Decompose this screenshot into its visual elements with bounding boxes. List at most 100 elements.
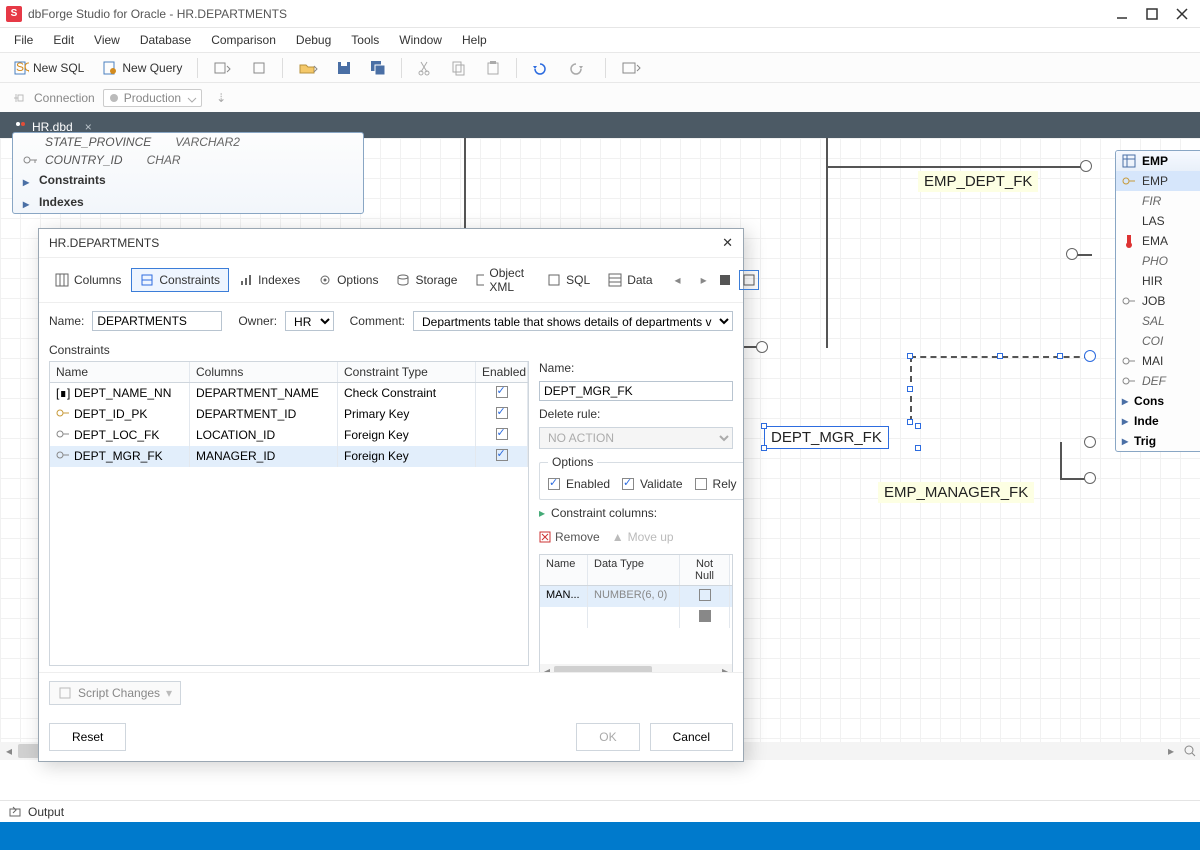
enabled-checkbox[interactable] [496, 449, 508, 461]
ok-button[interactable]: OK [576, 723, 639, 751]
redo-button[interactable] [563, 57, 597, 79]
paste-button[interactable] [478, 57, 508, 79]
chevron-right-icon[interactable]: ▸ [1122, 394, 1128, 408]
constraint-row[interactable]: [∎]DEPT_NAME_NN DEPARTMENT_NAME Check Co… [50, 383, 528, 404]
constraints-grid[interactable]: Name Columns Constraint Type Enabled [∎]… [49, 361, 529, 666]
constraint-row[interactable]: DEPT_MGR_FK MANAGER_ID Foreign Key [50, 446, 528, 467]
scroll-right-icon[interactable]: ▸ [718, 664, 732, 672]
key-icon [23, 154, 39, 166]
scroll-thumb[interactable] [554, 666, 652, 672]
comment-select[interactable]: Departments table that shows details of … [413, 311, 733, 331]
scroll-left-icon[interactable]: ◂ [540, 664, 554, 672]
detail-name-input[interactable] [539, 381, 733, 401]
fk-label-dept-mgr[interactable]: DEPT_MGR_FK [764, 426, 889, 449]
cc-row-empty[interactable] [540, 607, 732, 628]
move-up-button[interactable]: ▲Move up [612, 530, 674, 544]
new-query-button[interactable]: New Query [95, 57, 189, 79]
tab-indexes[interactable]: Indexes [231, 269, 308, 291]
scroll-left-icon[interactable]: ◂ [0, 742, 18, 760]
save-button[interactable] [329, 57, 359, 79]
tab-sql[interactable]: SQL [539, 269, 598, 291]
constraint-columns-grid[interactable]: Name Data Type Not Null MAN... NUMBER(6,… [539, 554, 733, 672]
constraint-columns-header[interactable]: ▸Constraint columns: [539, 506, 733, 520]
menubar: File Edit View Database Comparison Debug… [0, 28, 1200, 52]
constraint-row[interactable]: DEPT_ID_PK DEPARTMENT_ID Primary Key [50, 404, 528, 425]
chevron-right-icon[interactable]: ▸ [1122, 414, 1128, 428]
check-constraint-icon: [∎] [56, 386, 70, 400]
diagram-table-employees[interactable]: EMP EMP FIR LAS EMA PHO HIR JOB SAL COI … [1115, 150, 1200, 452]
open-button[interactable] [291, 57, 325, 79]
validate-option[interactable]: Validate [622, 477, 682, 491]
enabled-checkbox[interactable] [496, 386, 508, 398]
tab-next-icon[interactable]: ▸ [695, 273, 713, 287]
zoom-icon[interactable] [1180, 742, 1200, 760]
enabled-checkbox[interactable] [496, 407, 508, 419]
dialog-titlebar[interactable]: HR.DEPARTMENTS ✕ [39, 229, 743, 257]
menu-tools[interactable]: Tools [343, 31, 387, 49]
menu-edit[interactable]: Edit [45, 31, 82, 49]
diagram-table-locations[interactable]: STATE_PROVINCEVARCHAR2 COUNTRY_IDCHAR ▸C… [12, 132, 364, 214]
tool-button-3[interactable] [614, 57, 648, 79]
col-header-enabled[interactable]: Enabled [476, 362, 528, 382]
tab-data[interactable]: Data [600, 269, 660, 291]
view-mode-2[interactable] [739, 270, 759, 290]
minimize-button[interactable] [1116, 8, 1128, 20]
menu-file[interactable]: File [6, 31, 41, 49]
copy-button[interactable] [444, 57, 474, 79]
fk-label-emp-mgr[interactable]: EMP_MANAGER_FK [878, 482, 1034, 503]
tab-columns[interactable]: Columns [47, 269, 129, 291]
tab-storage[interactable]: Storage [388, 269, 465, 291]
reset-button[interactable]: Reset [49, 723, 126, 751]
relationship-line [826, 166, 1086, 168]
status-dot-icon [110, 94, 118, 102]
delete-rule-select[interactable]: NO ACTION [539, 427, 733, 449]
toolbar-overflow-icon[interactable]: ⇣ [216, 91, 226, 105]
tab-options[interactable]: Options [310, 269, 386, 291]
tab-prev-icon[interactable]: ◂ [669, 273, 687, 287]
cut-button[interactable] [410, 57, 440, 79]
script-changes-button[interactable]: Script Changes ▾ [49, 681, 181, 705]
fk-label-emp-dept[interactable]: EMP_DEPT_FK [918, 171, 1038, 192]
options-fieldset: Options Enabled Validate Rely [539, 455, 743, 500]
menu-debug[interactable]: Debug [288, 31, 339, 49]
dialog-close-icon[interactable]: ✕ [722, 235, 733, 251]
notnull-checkbox[interactable] [699, 610, 711, 622]
close-button[interactable] [1176, 8, 1188, 20]
enabled-option[interactable]: Enabled [548, 477, 610, 491]
col-header-columns[interactable]: Columns [190, 362, 338, 382]
tab-constraints[interactable]: Constraints [131, 268, 229, 292]
menu-comparison[interactable]: Comparison [203, 31, 284, 49]
connection-combo[interactable]: Production [103, 89, 202, 107]
cc-row[interactable]: MAN... NUMBER(6, 0) [540, 586, 732, 607]
owner-select[interactable]: HR [285, 311, 334, 331]
chevron-right-icon[interactable]: ▸ [23, 175, 33, 185]
name-input[interactable] [92, 311, 222, 331]
new-sql-button[interactable]: SQLNew SQL [6, 57, 91, 79]
tool-button-1[interactable] [206, 57, 240, 79]
tab-object-xml[interactable]: Object XML [467, 262, 537, 298]
diagram-canvas[interactable]: STATE_PROVINCEVARCHAR2 COUNTRY_IDCHAR ▸C… [0, 138, 1200, 760]
menu-database[interactable]: Database [132, 31, 199, 49]
output-panel-header[interactable]: Output [0, 800, 1200, 822]
cancel-button[interactable]: Cancel [650, 723, 733, 751]
scroll-right-icon[interactable]: ▸ [1162, 742, 1180, 760]
tool-button-2[interactable] [244, 57, 274, 79]
col-header-type[interactable]: Constraint Type [338, 362, 476, 382]
enabled-checkbox[interactable] [496, 428, 508, 440]
save-all-button[interactable] [363, 57, 393, 79]
view-mode-1[interactable] [715, 270, 735, 290]
menu-help[interactable]: Help [454, 31, 495, 49]
menu-view[interactable]: View [86, 31, 128, 49]
col-header-name[interactable]: Name [50, 362, 190, 382]
remove-column-button[interactable]: Remove [539, 530, 600, 544]
chevron-right-icon[interactable]: ▸ [23, 197, 33, 207]
notnull-checkbox[interactable] [699, 589, 711, 601]
constraint-detail-pane: Name: Delete rule: NO ACTION Options Ena… [539, 361, 733, 666]
undo-button[interactable] [525, 57, 559, 79]
menu-window[interactable]: Window [391, 31, 450, 49]
constraint-row[interactable]: DEPT_LOC_FK LOCATION_ID Foreign Key [50, 425, 528, 446]
chevron-right-icon[interactable]: ▸ [1122, 434, 1128, 448]
cc-horizontal-scrollbar[interactable]: ◂ ▸ [540, 664, 732, 672]
maximize-button[interactable] [1146, 8, 1158, 20]
rely-option[interactable]: Rely [695, 477, 737, 491]
